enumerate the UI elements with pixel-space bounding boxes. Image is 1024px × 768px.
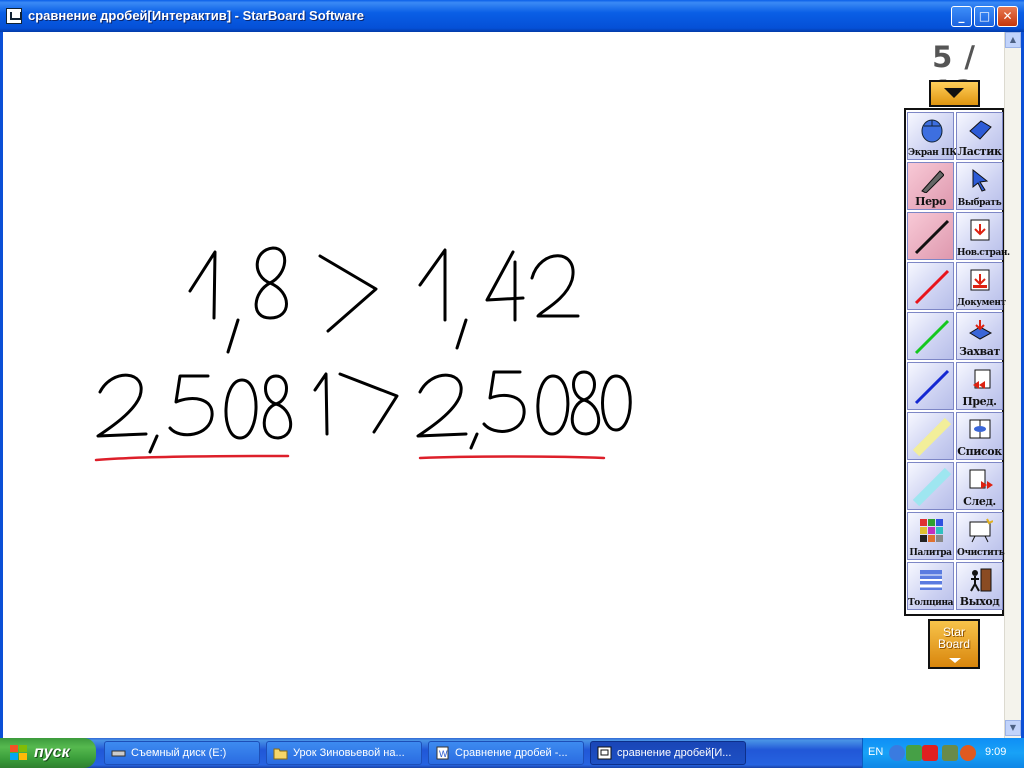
screen-pc-button[interactable]: Экран ПК — [907, 112, 957, 160]
palette-button[interactable]: Палитра — [907, 512, 954, 560]
minimize-button[interactable]: _ — [951, 6, 972, 27]
task-starboard[interactable]: сравнение дробей[И... — [590, 741, 746, 765]
blue-pen-button[interactable] — [907, 362, 954, 410]
task-label: Урок Зиновьевой на... — [293, 747, 405, 759]
tool-label: Документ — [957, 298, 1006, 308]
pen-button[interactable]: Перо — [907, 162, 954, 210]
tool-label: Список — [957, 445, 1002, 458]
black-pen-button[interactable] — [907, 212, 954, 260]
palette-icon — [920, 519, 943, 542]
next-page-icon — [969, 469, 993, 489]
thickness-icon — [920, 570, 942, 590]
tool-label: Экран ПК — [908, 148, 957, 158]
page-list-button[interactable]: Список — [956, 412, 1003, 460]
tool-label: Палитра — [909, 548, 952, 558]
thickness-button[interactable]: Толщина — [907, 562, 954, 610]
update-icon[interactable] — [960, 745, 976, 761]
task-document[interactable]: W Сравнение дробей -... — [428, 741, 584, 765]
select-arrow-icon — [972, 168, 989, 192]
handwritten-expression-2 — [96, 370, 632, 454]
red-underline-right — [418, 455, 606, 460]
new-page-icon — [970, 219, 990, 241]
language-indicator[interactable]: EN — [868, 746, 883, 758]
vertical-scrollbar[interactable]: ▲ ▼ — [1004, 32, 1021, 738]
page-dropdown-button[interactable] — [929, 80, 980, 107]
tool-label: Ластик — [957, 145, 1002, 158]
green-line-icon — [914, 319, 950, 355]
app-window: сравнение дробей[Интерактив] - StarBoard… — [0, 0, 1024, 738]
folder-icon — [273, 748, 288, 760]
eraser-icon — [969, 120, 992, 140]
red-line-icon — [914, 269, 950, 305]
tool-label: Толщина — [908, 598, 954, 608]
clear-icon — [969, 518, 993, 543]
start-label: пуск — [34, 744, 70, 761]
tool-label: Перо — [915, 195, 946, 208]
tool-label: Нов.стран. — [957, 248, 1010, 258]
document-icon — [970, 269, 990, 291]
tray-arrow-icon[interactable] — [889, 745, 905, 761]
previous-page-button[interactable]: Пред. — [956, 362, 1003, 410]
windows-logo-icon — [10, 745, 27, 760]
handwritten-expression-1 — [188, 246, 580, 354]
next-page-button[interactable]: След. — [956, 462, 1003, 510]
mouse-icon — [921, 119, 943, 143]
previous-page-icon — [973, 369, 991, 389]
task-folder[interactable]: Урок Зиновьевой на... — [266, 741, 422, 765]
tool-label: След. — [963, 495, 996, 508]
black-line-icon — [914, 219, 950, 255]
red-pen-button[interactable] — [907, 262, 954, 310]
starboard-icon — [597, 746, 612, 760]
scroll-down-icon[interactable]: ▼ — [1005, 720, 1021, 736]
scroll-up-icon[interactable]: ▲ — [1005, 32, 1021, 48]
tool-palette: Экран ПК Перо Палитра Толщина Ластик Выб… — [904, 108, 1010, 616]
page-list-icon — [969, 419, 991, 439]
capture-icon — [969, 320, 993, 340]
maximize-button[interactable]: □ — [974, 6, 995, 27]
task-label: сравнение дробей[И... — [617, 747, 732, 759]
taskbar: пуск Съемный диск (E:) Урок Зиновьевой н… — [0, 738, 1024, 768]
tool-label: Захват — [959, 345, 1000, 358]
network-icon[interactable] — [906, 745, 922, 761]
starboard-menu-button[interactable]: Star Board — [928, 619, 980, 669]
capture-button[interactable]: Захват — [956, 312, 1003, 360]
select-button[interactable]: Выбрать — [956, 162, 1003, 210]
task-label: Сравнение дробей -... — [455, 747, 568, 759]
close-button[interactable]: ✕ — [997, 6, 1018, 27]
program-tray-icon[interactable] — [942, 745, 958, 761]
eraser-button[interactable]: Ластик — [956, 112, 1003, 160]
yellow-highlighter-icon — [912, 417, 952, 457]
tool-label: Выход — [959, 595, 1000, 608]
exit-icon — [970, 568, 992, 592]
clock: 9:09 — [985, 746, 1007, 758]
handwriting-layer — [94, 246, 632, 462]
drive-icon — [111, 750, 126, 757]
exit-button[interactable]: Выход — [956, 562, 1003, 610]
yellow-highlighter-button[interactable] — [907, 412, 954, 460]
clear-button[interactable]: Очистить — [956, 512, 1005, 560]
cyan-highlighter-icon — [912, 467, 952, 507]
pen-icon — [921, 170, 944, 193]
new-page-button[interactable]: Нов.стран. — [956, 212, 1010, 260]
svg-text:W: W — [439, 749, 448, 759]
red-underline-left — [94, 454, 290, 462]
antivirus-icon[interactable] — [922, 745, 938, 761]
cyan-highlighter-button[interactable] — [907, 462, 954, 510]
blue-line-icon — [914, 369, 950, 405]
green-pen-button[interactable] — [907, 312, 954, 360]
start-button[interactable]: пуск — [0, 738, 96, 768]
document-button[interactable]: Документ — [956, 262, 1006, 310]
tool-label: Очистить — [957, 548, 1005, 558]
task-removable-drive[interactable]: Съемный диск (E:) — [104, 741, 260, 765]
document-icon: W — [436, 746, 449, 760]
task-label: Съемный диск (E:) — [131, 747, 227, 759]
tool-label: Выбрать — [957, 198, 1002, 208]
tool-label: Пред. — [962, 395, 997, 408]
